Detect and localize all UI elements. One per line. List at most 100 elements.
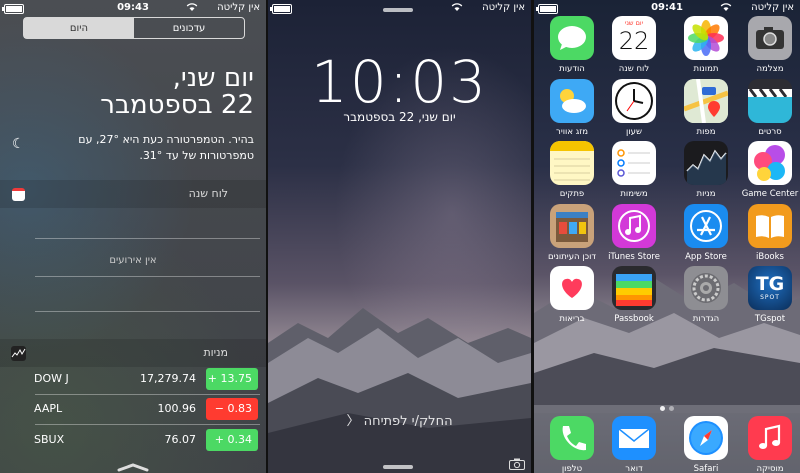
slide-to-unlock[interactable]: החלק/י לפתיחה 〈 [268, 410, 531, 429]
phone-app[interactable]: טלפון [542, 416, 602, 473]
app-label: פתקים [559, 189, 585, 199]
app-store-app[interactable]: App Store [676, 204, 736, 262]
ibooks-app[interactable]: iBooks [740, 204, 800, 262]
notes-icon [550, 141, 594, 185]
messages-app[interactable]: הודעות [542, 16, 602, 74]
calendar-icon: יום שני 22 [612, 16, 656, 60]
health-app[interactable]: בריאות [542, 266, 602, 324]
camera-app[interactable]: מצלמה [740, 16, 800, 74]
videos-app[interactable]: סרטים [740, 79, 800, 137]
messages-icon [550, 16, 594, 60]
calendar-widget-header[interactable]: לוח שנה [0, 180, 266, 208]
stock-change[interactable]: − 0.83 [206, 398, 258, 420]
stocks-app[interactable]: מניות [676, 141, 736, 199]
app-label: דוכן העיתונים [547, 252, 597, 262]
photos-icon [684, 16, 728, 60]
photos-app[interactable]: תמונות [676, 16, 736, 74]
stock-row[interactable]: SBUX 76.07 + 0.34 [34, 429, 258, 451]
calendar-icon [12, 188, 25, 201]
notification-center: 09:43 אין קליטה היום עדכונים יום שני, 22… [0, 0, 266, 473]
app-label: דואר [625, 464, 643, 473]
divider [35, 311, 260, 312]
safari-icon [684, 416, 728, 460]
wifi-icon [186, 1, 198, 13]
calendar-weekday: יום שני [624, 19, 644, 27]
app-label: מניות [696, 189, 716, 199]
lock-screen: אין קליטה 10:03 יום שני, 22 בספטמבר החלק… [268, 0, 531, 473]
status-bar: 09:43 אין קליטה [0, 0, 266, 16]
stock-row[interactable]: AAPL 100.96 − 0.83 [34, 398, 258, 420]
mail-app[interactable]: דואר [604, 416, 664, 473]
settings-app[interactable]: הגדרות [676, 266, 736, 324]
divider [35, 424, 260, 425]
app-label: סרטים [758, 127, 782, 137]
divider [35, 276, 260, 277]
clock-app[interactable]: שעון [604, 79, 664, 137]
stocks-icon [11, 346, 26, 361]
app-label: מצלמה [756, 64, 784, 74]
newsstand-app[interactable]: דוכן העיתונים [542, 204, 602, 262]
reminders-app[interactable]: משימות [604, 141, 664, 199]
home-screen: 09:41 אין קליטה הודעות יום שני 22 לוח שנה תמ… [534, 0, 800, 473]
camera-icon [748, 16, 792, 60]
maps-icon [684, 79, 728, 123]
passbook-app[interactable]: Passbook [604, 266, 664, 324]
lock-date: יום שני, 22 בספטמבר [343, 110, 456, 124]
stock-price: 100.96 [157, 402, 197, 415]
calendar-date: 22 [618, 27, 650, 55]
app-label: הודעות [559, 64, 585, 74]
app-label: טלפון [561, 464, 583, 473]
close-handle-icon[interactable] [117, 457, 149, 472]
newsstand-icon [550, 204, 594, 248]
today-notifications-toggle[interactable]: היום עדכונים [23, 17, 245, 39]
divider [35, 394, 260, 395]
game-center-icon [748, 141, 792, 185]
weather-icon [550, 79, 594, 123]
weather-app[interactable]: מזג אוויר [542, 79, 602, 137]
calendar-app[interactable]: יום שני 22 לוח שנה [604, 16, 664, 74]
music-app[interactable]: מוסיקה [740, 416, 800, 473]
app-label: App Store [685, 252, 727, 262]
stock-row[interactable]: DOW J 17,279.74 + 13.75 [34, 368, 258, 390]
app-label: iBooks [756, 252, 784, 262]
app-label: תמונות [693, 64, 719, 74]
stocks-icon [684, 141, 728, 185]
weather-summary: בהיר. הטמפרטורה כעת היא 27°, עם טמפרטורו… [78, 133, 254, 162]
stock-symbol: DOW J [34, 372, 69, 385]
maps-app[interactable]: מפות [676, 79, 736, 137]
notes-app[interactable]: פתקים [542, 141, 602, 199]
itunes-store-icon [612, 204, 656, 248]
app-label: שעון [626, 127, 642, 137]
tab-notifications[interactable]: עדכונים [134, 18, 244, 38]
divider [35, 238, 260, 239]
lock-clock: 10:03 [310, 48, 489, 116]
slide-label: החלק/י לפתיחה [363, 414, 453, 429]
itunes-store-app[interactable]: iTunes Store [604, 204, 664, 262]
stock-change[interactable]: + 13.75 [206, 368, 258, 390]
calendar-widget-title: לוח שנה [188, 187, 228, 200]
app-label: מוסיקה [756, 464, 784, 473]
wifi-icon [720, 1, 732, 13]
mountain-wallpaper [268, 308, 531, 473]
tgspot-icon: TG SPOT [748, 266, 792, 310]
stocks-widget-header[interactable]: מניות [0, 339, 266, 367]
reminders-icon [612, 141, 656, 185]
no-events-label: אין אירועים [109, 255, 157, 266]
stock-change[interactable]: + 0.34 [206, 429, 258, 451]
app-label: iTunes Store [608, 252, 660, 262]
game-center-app[interactable]: Game Center [740, 141, 800, 199]
camera-icon[interactable] [509, 455, 525, 470]
tab-today[interactable]: היום [24, 18, 134, 38]
notification-pull-handle[interactable] [383, 8, 413, 12]
date-weekday: יום שני, [172, 63, 254, 93]
app-label: בריאות [559, 314, 585, 324]
tgspot-app[interactable]: TG SPOT TGspot [740, 266, 800, 324]
carrier-label: אין קליטה [751, 2, 794, 13]
app-label: מפות [696, 127, 716, 137]
safari-app[interactable]: Safari [676, 416, 736, 473]
stocks-widget-title: מניות [203, 346, 228, 359]
tgspot-logo-sub: SPOT [760, 294, 780, 301]
stock-symbol: AAPL [34, 402, 63, 415]
control-center-handle[interactable] [383, 465, 413, 469]
app-label: משימות [620, 189, 648, 199]
